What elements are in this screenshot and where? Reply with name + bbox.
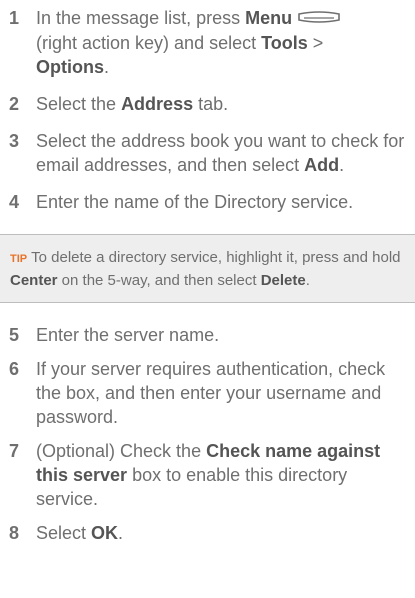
tip-text: TIP To delete a directory service, highli… (10, 249, 401, 289)
instruction-page: 1 In the message list, press Menu (right … (0, 0, 415, 598)
step-text: Select OK. (36, 523, 124, 543)
step-number: 3 (9, 131, 20, 151)
step-text: Enter the name of the Directory service. (36, 192, 354, 212)
step-text: (Optional) Check the Check name against … (36, 441, 381, 509)
step-text: In the message list, press Menu (right ac… (36, 6, 411, 79)
tip-label: TIP (10, 253, 28, 265)
step-number: 7 (9, 441, 20, 461)
step-number: 4 (9, 192, 20, 212)
step-number: 1 (9, 8, 20, 28)
tip-box: TIP To delete a directory service, highli… (0, 234, 415, 303)
step-text: Select the Address tab. (36, 94, 229, 114)
step-number: 5 (9, 325, 20, 345)
step-text: Select the address book you want to chec… (36, 131, 405, 175)
menu-label: Menu (245, 8, 293, 28)
menu-key-icon (296, 7, 342, 31)
step-number: 8 (9, 523, 20, 543)
step-text: Enter the server name. (36, 325, 220, 345)
step-text: If your server requires authentication, … (36, 359, 386, 427)
step-number: 2 (9, 94, 20, 114)
step-number: 6 (9, 359, 20, 379)
